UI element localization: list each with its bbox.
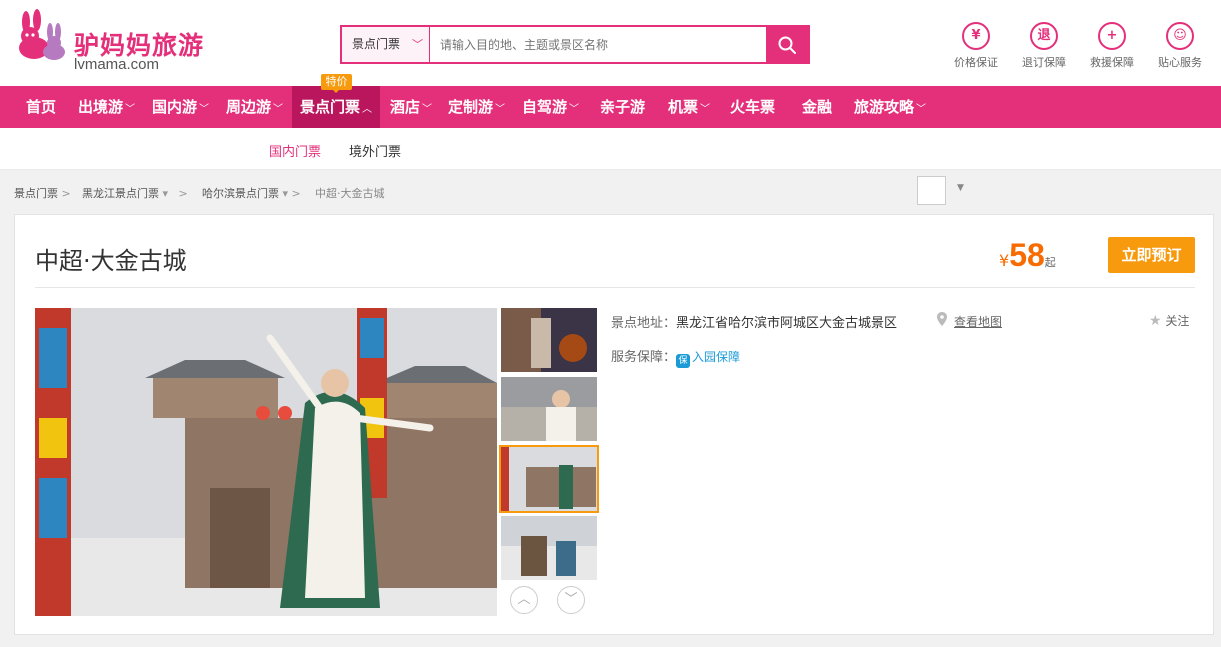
service-icon: ☺	[1166, 22, 1194, 50]
view-map-link[interactable]: 查看地图	[954, 313, 1002, 330]
chevron-down-icon: ﹀	[125, 104, 136, 115]
book-now-button[interactable]: 立即预订	[1108, 237, 1195, 273]
nav-item-nearby[interactable]: 周边游 ﹀	[226, 86, 283, 128]
main-photo[interactable]	[35, 308, 497, 616]
service-value: 入园保障	[692, 350, 741, 364]
currency-symbol: ¥	[999, 251, 1010, 270]
chevron-down-icon: ﹀	[700, 104, 711, 115]
service-care[interactable]: ☺ 贴心服务	[1150, 22, 1210, 70]
service-price-guarantee[interactable]: ¥ 价格保证	[946, 22, 1006, 70]
chevron-down-icon: ﹀	[412, 38, 423, 51]
chevron-down-icon: ﹀	[273, 104, 284, 115]
nav-item-finance[interactable]: 金融	[802, 86, 832, 128]
nav-item-outbound[interactable]: 出境游 ﹀	[78, 86, 135, 128]
rescue-guarantee-icon: +	[1098, 22, 1126, 50]
nav-item-flight[interactable]: 机票 ﹀	[668, 86, 710, 128]
service-rescue-guarantee[interactable]: + 救援保障	[1082, 22, 1142, 70]
thumbnail-selected[interactable]	[499, 445, 599, 513]
service-label: 服务保障：	[611, 350, 677, 365]
site-logo[interactable]: 驴妈妈旅游 lvmama.com	[12, 8, 203, 73]
refund-guarantee-icon: 退	[1030, 22, 1058, 50]
divider	[35, 287, 1195, 288]
broken-image-icon[interactable]	[917, 176, 946, 205]
service-refund-guarantee[interactable]: 退 退订保障	[1014, 22, 1074, 70]
breadcrumb-current: 中超·大金古城	[315, 187, 385, 200]
thumbnail-prev-button[interactable]: ︿	[510, 586, 538, 614]
price-guarantee-icon: ¥	[962, 22, 990, 50]
chevron-down-icon: ﹀	[199, 104, 210, 115]
nav-item-guides[interactable]: 旅游攻略 ﹀	[854, 86, 926, 128]
service-label: 价格保证	[954, 56, 998, 69]
search-category-label: 景点门票	[352, 37, 401, 51]
search-bar: 景点门票 ﹀	[340, 25, 810, 64]
star-icon: ★	[1149, 313, 1162, 329]
search-category-select[interactable]: 景点门票 ﹀	[342, 27, 430, 62]
nav-item-train[interactable]: 火车票	[730, 86, 775, 128]
breadcrumb-item[interactable]: 黑龙江景点门票 ▾ >	[82, 185, 188, 201]
logo-domain: lvmama.com	[74, 56, 160, 73]
chevron-down-icon[interactable]: ▼	[957, 183, 964, 193]
thumbnail-image	[501, 308, 597, 372]
promo-badge: 特价	[321, 74, 352, 93]
thumbnail-next-button[interactable]: ﹀	[557, 586, 585, 614]
site-header: 驴妈妈旅游 lvmama.com 景点门票 ﹀ ¥ 价格保证 退 退订保障 + …	[0, 0, 1221, 86]
thumbnail-image	[501, 447, 597, 511]
breadcrumb-item[interactable]: 哈尔滨景点门票 ▾ >	[202, 185, 301, 201]
address-row: 景点地址：黑龙江省哈尔滨市阿城区大金古城景区	[611, 312, 897, 331]
nav-item-home[interactable]: 首页	[26, 86, 56, 128]
price-value: 58	[1009, 237, 1045, 273]
follow-button[interactable]: ★ 关注	[1149, 312, 1189, 329]
main-nav: 首页 出境游 ﹀ 国内游 ﹀ 周边游 ﹀ 景点门票 ︿ 酒店 ﹀ 定制游 ﹀ 自驾游 ﹀ 亲子…	[0, 86, 1221, 128]
thumbnail-image	[501, 377, 597, 441]
address-value: 黑龙江省哈尔滨市阿城区大金古城景区	[676, 316, 898, 331]
nav-item-family[interactable]: 亲子游	[600, 86, 645, 128]
chevron-up-icon: ︿	[362, 104, 373, 115]
service-label: 救援保障	[1090, 56, 1134, 69]
breadcrumb-item[interactable]: 景点门票 >	[14, 185, 71, 201]
chevron-down-icon: ﹀	[564, 592, 578, 607]
product-card: 中超·大金古城 ¥58起 立即预订 ︿ ﹀ 景点地址：黑龙江省哈尔滨市阿城区大金…	[14, 214, 1214, 635]
thumbnail[interactable]	[501, 308, 597, 372]
nav-item-hotel[interactable]: 酒店 ﹀	[390, 86, 432, 128]
page-title: 中超·大金古城	[35, 247, 187, 275]
service-label: 贴心服务	[1158, 56, 1202, 69]
thumbnail[interactable]	[501, 516, 597, 580]
subnav-item-overseas-tickets[interactable]: 境外门票	[349, 141, 401, 160]
chevron-down-icon: ﹀	[495, 104, 506, 115]
price-suffix: 起	[1044, 256, 1056, 269]
main-photo-image	[35, 308, 497, 616]
search-button[interactable]	[766, 27, 808, 62]
chevron-down-icon: ﹀	[422, 104, 433, 115]
service-label: 退订保障	[1022, 56, 1066, 69]
nav-item-selfdrive[interactable]: 自驾游 ﹀	[522, 86, 579, 128]
follow-label: 关注	[1165, 314, 1190, 328]
map-pin-icon	[937, 312, 947, 326]
chevron-down-icon: ﹀	[916, 104, 927, 115]
address-label: 景点地址：	[611, 316, 677, 331]
sub-nav: 国内门票 境外门票	[0, 128, 1221, 170]
search-icon	[778, 36, 796, 54]
service-row: 服务保障：保入园保障	[611, 346, 740, 368]
shield-icon: 保	[676, 354, 691, 368]
nav-item-custom[interactable]: 定制游 ﹀	[448, 86, 505, 128]
donkey-logo-icon	[19, 9, 65, 60]
nav-item-domestic[interactable]: 国内游 ﹀	[152, 86, 209, 128]
chevron-up-icon: ︿	[517, 592, 531, 607]
search-input[interactable]	[434, 27, 764, 62]
price: ¥58起	[999, 237, 1056, 274]
chevron-down-icon: ﹀	[569, 104, 580, 115]
thumbnail[interactable]	[501, 377, 597, 441]
subnav-item-domestic-tickets[interactable]: 国内门票	[269, 141, 321, 160]
thumbnail-image	[501, 516, 597, 580]
